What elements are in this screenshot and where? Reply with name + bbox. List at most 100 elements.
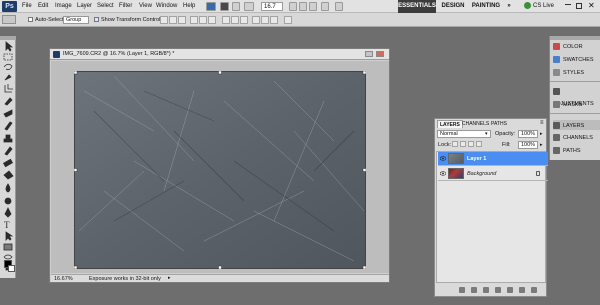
fill-arrow-icon[interactable]: ▸: [540, 141, 543, 149]
dock-color[interactable]: COLOR: [553, 41, 583, 53]
show-transform-checkbox[interactable]: [94, 17, 99, 22]
dock-paths[interactable]: PATHS: [553, 145, 581, 157]
maximize-icon[interactable]: [576, 3, 582, 9]
rectangle-tool-icon[interactable]: [3, 243, 13, 251]
align-top-edges-icon[interactable]: [160, 16, 168, 24]
rotate-view-icon[interactable]: [309, 2, 317, 11]
dock-channels[interactable]: CHANNELS: [553, 132, 593, 144]
menu-edit[interactable]: Edit: [38, 0, 48, 13]
move-tool-preset-icon[interactable]: [2, 15, 16, 24]
workspace-design[interactable]: DESIGN: [440, 0, 466, 13]
workspace-painting[interactable]: PAINTING: [471, 0, 501, 13]
fill-input[interactable]: 100%: [518, 141, 538, 149]
document-zoom-field[interactable]: 16.67%: [54, 275, 73, 283]
move-tool-icon[interactable]: [5, 41, 14, 52]
extras-icon[interactable]: [232, 2, 240, 11]
marquee-tool-icon[interactable]: [3, 53, 13, 61]
tab-paths[interactable]: PATHS: [489, 120, 509, 128]
zoom-level-select[interactable]: 16.7: [261, 2, 283, 11]
link-layers-icon[interactable]: [459, 287, 465, 293]
tab-layers[interactable]: LAYERS: [437, 120, 463, 128]
type-tool-icon[interactable]: T: [4, 220, 10, 230]
dock-grip[interactable]: [550, 36, 600, 40]
auto-align-layers-icon[interactable]: [284, 16, 292, 24]
panel-menu-icon[interactable]: ≡: [540, 120, 544, 126]
workspace-essentials[interactable]: ESSENTIALS: [398, 0, 436, 13]
dock-swatches[interactable]: SWATCHES: [553, 54, 594, 66]
eraser-tool-icon[interactable]: [2, 158, 14, 168]
lasso-tool-icon[interactable]: [3, 63, 13, 70]
menu-file[interactable]: File: [22, 0, 32, 13]
visibility-eye-icon[interactable]: [440, 171, 446, 176]
history-brush-tool-icon[interactable]: [4, 146, 13, 156]
bridge-icon[interactable]: [206, 2, 216, 11]
tab-channels[interactable]: CHANNELS: [460, 120, 491, 128]
lock-position-icon[interactable]: [468, 141, 474, 147]
workspace-more-chevron-icon[interactable]: »: [504, 0, 514, 13]
dock-adjustments[interactable]: ADJUSTMENTS: [553, 86, 600, 107]
path-selection-tool-icon[interactable]: [5, 231, 14, 241]
mini-bridge-icon[interactable]: [220, 2, 229, 11]
background-color-swatch[interactable]: [8, 265, 15, 272]
align-bottom-edges-icon[interactable]: [178, 16, 186, 24]
canvas-area[interactable]: [51, 61, 389, 273]
opacity-input[interactable]: 100%: [518, 130, 538, 138]
cs-live[interactable]: CS Live: [524, 0, 554, 13]
menu-filter[interactable]: Filter: [119, 0, 132, 13]
view-icon[interactable]: [244, 2, 254, 11]
align-right-edges-icon[interactable]: [208, 16, 216, 24]
hand-icon[interactable]: [289, 2, 297, 11]
clone-stamp-tool-icon[interactable]: [3, 134, 13, 143]
distribute-top-icon[interactable]: [222, 16, 230, 24]
screen-mode-icon[interactable]: [335, 2, 343, 11]
visibility-eye-icon[interactable]: [440, 156, 446, 161]
document-titlebar[interactable]: IMG_7609.CR2 @ 16.7% (Layer 1, RGB/8*) *: [50, 49, 389, 60]
minimize-icon[interactable]: [565, 4, 571, 5]
new-group-icon[interactable]: [507, 287, 513, 293]
lock-image-icon[interactable]: [460, 141, 466, 147]
adjustment-layer-icon[interactable]: [495, 287, 501, 293]
pen-tool-icon[interactable]: [4, 207, 12, 218]
close-icon[interactable]: ✕: [588, 1, 595, 11]
layer-mask-icon[interactable]: [483, 287, 489, 293]
auto-select-group-dropdown[interactable]: Group: [63, 16, 89, 24]
document-minimize-icon[interactable]: [365, 51, 373, 57]
distribute-hcenter-icon[interactable]: [261, 16, 269, 24]
brush-tool-icon[interactable]: [4, 121, 13, 131]
align-horizontal-centers-icon[interactable]: [199, 16, 207, 24]
menu-window[interactable]: Window: [156, 0, 177, 13]
opacity-arrow-icon[interactable]: ▸: [540, 130, 543, 138]
distribute-vcenter-icon[interactable]: [231, 16, 239, 24]
layer-row-layer-1[interactable]: Layer 1: [438, 152, 548, 166]
blur-tool-icon[interactable]: [5, 183, 11, 193]
dock-masks[interactable]: MASKS: [553, 99, 582, 111]
align-vertical-centers-icon[interactable]: [169, 16, 177, 24]
layer-style-icon[interactable]: [471, 287, 477, 293]
new-layer-icon[interactable]: [519, 287, 525, 293]
distribute-right-icon[interactable]: [270, 16, 278, 24]
arrange-documents-icon[interactable]: [321, 2, 329, 11]
menu-select[interactable]: Select: [97, 0, 114, 13]
menu-layer[interactable]: Layer: [77, 0, 92, 13]
status-menu-arrow-icon[interactable]: ▸: [168, 276, 173, 281]
zoom-icon[interactable]: [299, 2, 307, 11]
dodge-tool-icon[interactable]: [4, 197, 12, 205]
menu-view[interactable]: View: [139, 0, 152, 13]
menu-image[interactable]: Image: [55, 0, 72, 13]
trash-icon[interactable]: [531, 287, 537, 293]
auto-select-checkbox[interactable]: [28, 17, 33, 22]
lock-transparent-icon[interactable]: [452, 141, 458, 147]
distribute-bottom-icon[interactable]: [240, 16, 248, 24]
scratched-metal-image[interactable]: [74, 71, 366, 269]
align-left-edges-icon[interactable]: [190, 16, 198, 24]
lock-all-icon[interactable]: [476, 141, 482, 147]
paint-bucket-tool-icon[interactable]: [3, 170, 14, 180]
layer-row-background[interactable]: Background: [438, 167, 548, 181]
document-close-icon[interactable]: [376, 51, 384, 57]
blend-mode-select[interactable]: Normal: [437, 130, 491, 138]
quick-selection-tool-icon[interactable]: [4, 74, 12, 81]
spot-healing-tool-icon[interactable]: [3, 109, 13, 118]
dock-styles[interactable]: STYLES: [553, 67, 584, 79]
3d-rotate-tool-icon[interactable]: [3, 254, 13, 260]
eyedropper-tool-icon[interactable]: [4, 97, 13, 106]
